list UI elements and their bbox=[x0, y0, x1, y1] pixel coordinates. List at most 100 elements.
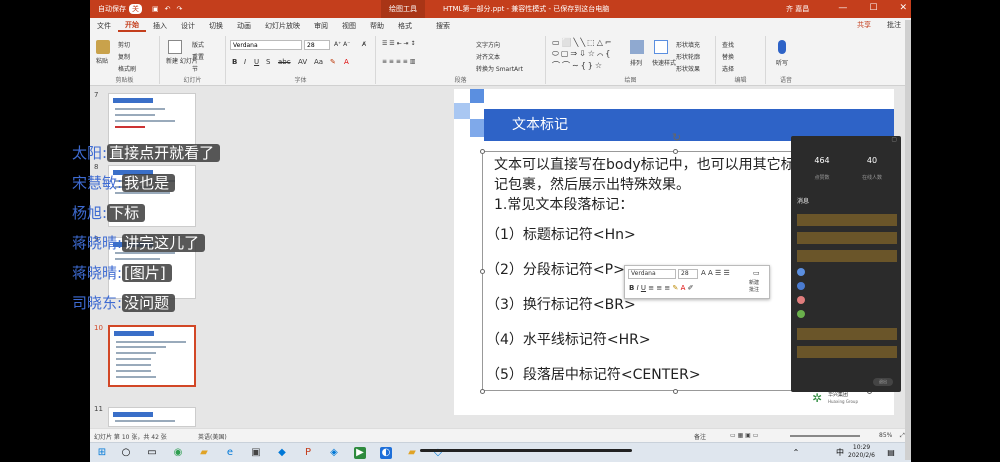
replace-button[interactable]: 替换 bbox=[722, 52, 734, 61]
comments-button[interactable]: 批注 bbox=[887, 20, 901, 30]
microphone-icon[interactable] bbox=[778, 40, 786, 54]
zoom-slider[interactable] bbox=[790, 435, 860, 437]
new-comment-icon[interactable]: ▭ bbox=[753, 269, 760, 277]
app-icon-4[interactable]: ◐ bbox=[380, 447, 392, 459]
tab-8[interactable]: 视图 bbox=[335, 21, 363, 31]
tab-1[interactable]: 开始 bbox=[118, 20, 146, 32]
underline-icon[interactable]: U bbox=[254, 58, 259, 66]
arrange-icon[interactable] bbox=[630, 40, 644, 54]
close-icon[interactable]: ✕ bbox=[899, 3, 907, 13]
text-direction-button[interactable]: 文字方向 bbox=[476, 40, 500, 49]
grow-font-icon[interactable]: A⁺ A⁻ bbox=[334, 41, 350, 48]
tab-10[interactable]: 格式 bbox=[391, 21, 419, 31]
align-icons[interactable]: ≡ ≡ ≡ ≡ ▥ bbox=[382, 58, 415, 65]
vertical-scrollbar[interactable] bbox=[905, 20, 911, 460]
tab-2[interactable]: 插入 bbox=[146, 21, 174, 31]
vscode-icon[interactable]: ◆ bbox=[276, 447, 288, 459]
rotate-handle-icon[interactable]: ↻ bbox=[672, 131, 681, 144]
tab-6[interactable]: 幻灯片放映 bbox=[258, 21, 307, 31]
tab-0[interactable]: 文件 bbox=[90, 21, 118, 31]
italic-icon[interactable]: I bbox=[244, 58, 246, 66]
shapes-gallery[interactable]: ▭⬜╲╲⬚△⌐ bbox=[552, 38, 614, 47]
autosave-state[interactable]: 关 bbox=[129, 4, 142, 14]
exit-button[interactable]: 退出 bbox=[873, 378, 893, 386]
font-family-select[interactable]: Verdana bbox=[230, 40, 302, 50]
list-icons[interactable]: ☰ ☰ ⇤ ⇥ ↕ bbox=[382, 40, 415, 47]
user-name[interactable]: 齐 嘉昌 bbox=[786, 4, 809, 14]
app-icon-5[interactable]: ▰ bbox=[406, 447, 418, 459]
app-icon-2[interactable]: ◈ bbox=[328, 447, 340, 459]
smartart-button[interactable]: 转换为 SmartArt bbox=[476, 64, 523, 73]
notes-button[interactable]: 备注 bbox=[694, 432, 706, 441]
highlight-icon[interactable]: ✎ bbox=[330, 58, 336, 66]
save-icon[interactable]: ▣ bbox=[152, 5, 159, 13]
resize-handle[interactable] bbox=[480, 389, 485, 394]
reset-button[interactable]: 重置 bbox=[192, 52, 204, 61]
shape-fill-button[interactable]: 形状填充 bbox=[676, 40, 700, 49]
powerpoint-icon[interactable]: P bbox=[302, 447, 314, 459]
quick-styles-icon[interactable] bbox=[654, 40, 668, 54]
tell-me-search[interactable]: 搜索 bbox=[429, 21, 457, 31]
tab-3[interactable]: 设计 bbox=[174, 21, 202, 31]
slide-thumbnail[interactable] bbox=[108, 407, 196, 427]
app-icon-3[interactable]: ▶ bbox=[354, 447, 366, 459]
panel-close-icon[interactable]: ▢ bbox=[891, 136, 897, 143]
layout-button[interactable]: 版式 bbox=[192, 40, 204, 49]
system-clock[interactable]: 10:29 2020/2/6 bbox=[848, 444, 875, 460]
tab-7[interactable]: 审阅 bbox=[307, 21, 335, 31]
change-case-icon[interactable]: Aa bbox=[314, 58, 323, 66]
new-comment-button[interactable]: 新建 批注 bbox=[749, 280, 759, 294]
resize-handle[interactable] bbox=[480, 269, 485, 274]
font-color-icon[interactable]: A bbox=[344, 58, 349, 66]
maximize-icon[interactable]: ☐ bbox=[869, 3, 877, 13]
slide-thumbnail-selected[interactable] bbox=[108, 325, 196, 387]
tab-5[interactable]: 动画 bbox=[230, 21, 258, 31]
task-view-icon[interactable]: ▭ bbox=[146, 447, 158, 459]
undo-icon[interactable]: ↶ bbox=[165, 5, 171, 13]
zoom-level[interactable]: 85% bbox=[879, 432, 892, 439]
shape-outline-button[interactable]: 形状轮廓 bbox=[676, 52, 700, 61]
align-text-button[interactable]: 对齐文本 bbox=[476, 52, 500, 61]
resize-handle[interactable] bbox=[673, 149, 678, 154]
section-button[interactable]: 节 bbox=[192, 64, 198, 73]
language-indicator[interactable]: 英语(美国) bbox=[198, 432, 227, 441]
shapes-gallery-row2[interactable]: ⬭▢⇒⇩☆⌒{ bbox=[552, 49, 612, 59]
font-size-select[interactable]: 28 bbox=[304, 40, 330, 50]
paste-icon[interactable] bbox=[96, 40, 110, 54]
paste-button[interactable]: 粘贴 bbox=[96, 56, 108, 65]
tray-icons[interactable]: ⌃ ▭ ♪ bbox=[790, 447, 802, 462]
resize-handle[interactable] bbox=[673, 389, 678, 394]
mini-grow-font-icon[interactable]: A A ☰ ☰ bbox=[701, 269, 730, 277]
tab-9[interactable]: 帮助 bbox=[363, 21, 391, 31]
tab-4[interactable]: 切换 bbox=[202, 21, 230, 31]
strikethrough-icon[interactable]: abc bbox=[278, 58, 291, 66]
redo-icon[interactable]: ↷ bbox=[177, 5, 183, 13]
shadow-icon[interactable]: S bbox=[266, 58, 270, 66]
slide-title[interactable]: 文本标记 bbox=[512, 111, 568, 139]
clear-format-icon[interactable]: A̸ bbox=[362, 41, 366, 48]
mini-size-select[interactable]: 28 bbox=[678, 269, 698, 279]
shapes-gallery-row3[interactable]: ⌒⌒∼{}☆ bbox=[552, 60, 604, 71]
windows-start-icon[interactable]: ⊞ bbox=[96, 447, 108, 459]
cut-button[interactable]: 剪切 bbox=[118, 40, 130, 49]
quick-styles-button[interactable]: 快速样式 bbox=[652, 58, 676, 67]
new-slide-icon[interactable] bbox=[168, 40, 182, 54]
video-scrubber[interactable] bbox=[420, 449, 632, 452]
find-button[interactable]: 查找 bbox=[722, 40, 734, 49]
notification-icon[interactable]: ▤ bbox=[885, 447, 897, 459]
mini-format-icons[interactable]: B I U ≡ ≡ ≡ ✎ A ✐ bbox=[629, 284, 694, 292]
shape-effects-button[interactable]: 形状效果 bbox=[676, 64, 700, 73]
format-painter-button[interactable]: 格式刷 bbox=[118, 64, 136, 73]
share-button[interactable]: 共享 bbox=[857, 20, 871, 30]
spacing-icon[interactable]: AV bbox=[298, 58, 307, 66]
file-explorer-icon[interactable]: ▰ bbox=[198, 447, 210, 459]
minimize-icon[interactable]: — bbox=[838, 3, 847, 13]
dictate-button[interactable]: 听写 bbox=[776, 58, 788, 67]
view-buttons[interactable]: ▭ ▦ ▣ ▭ bbox=[730, 432, 758, 439]
autosave-label[interactable]: 自动保存 bbox=[98, 4, 126, 14]
edge-icon[interactable]: e bbox=[224, 447, 236, 459]
store-icon[interactable]: ▣ bbox=[250, 447, 262, 459]
bold-icon[interactable]: B bbox=[232, 58, 237, 66]
resize-handle[interactable] bbox=[480, 149, 485, 154]
mini-font-select[interactable]: Verdana bbox=[628, 269, 676, 279]
